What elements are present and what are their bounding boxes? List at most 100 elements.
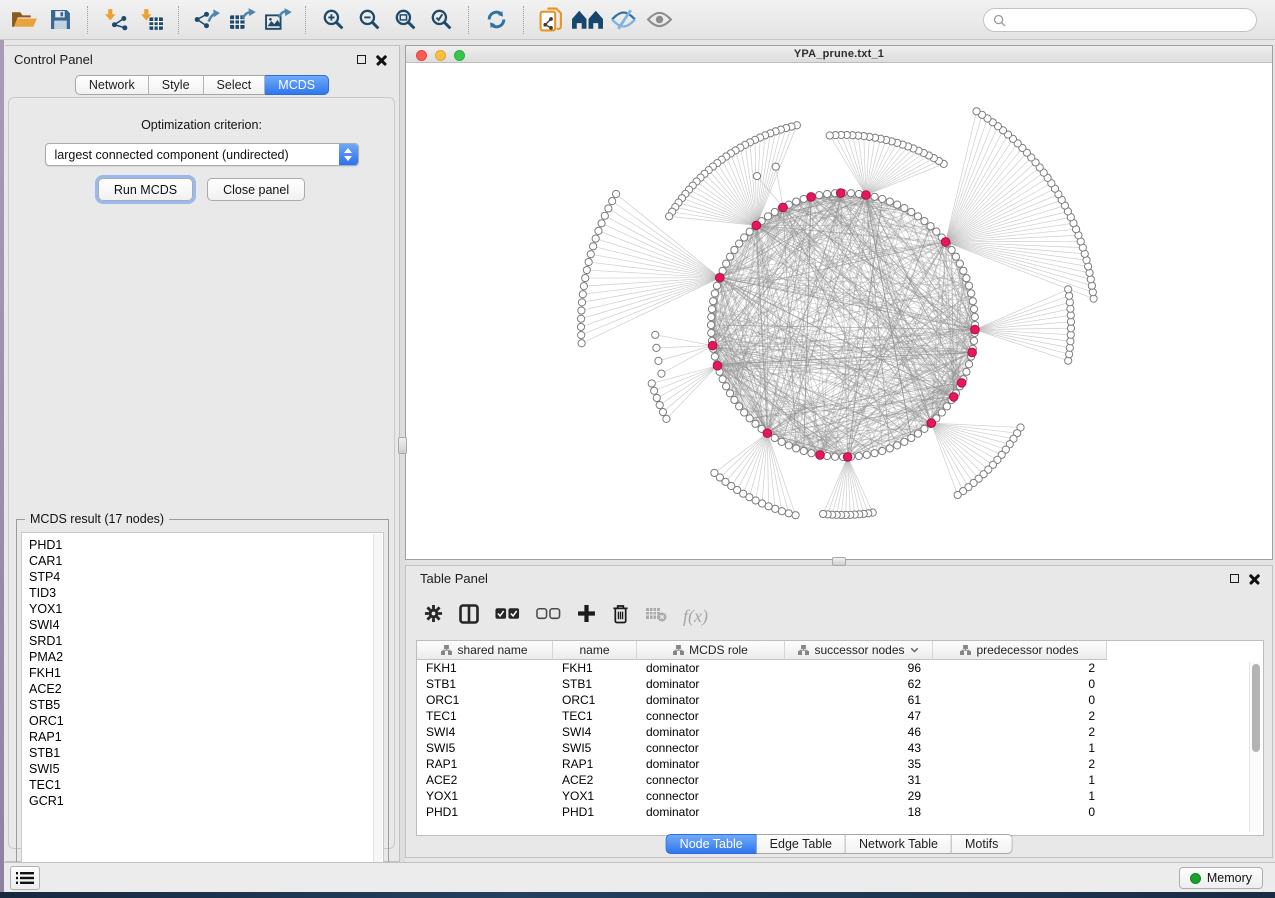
mcds-result-item[interactable]: GCR1 [29, 793, 383, 809]
tab-edge-table[interactable]: Edge Table [757, 834, 846, 854]
table-cell: 2 [933, 756, 1107, 772]
mcds-result-item[interactable]: YOX1 [29, 601, 383, 617]
maximize-window-icon[interactable] [454, 50, 465, 61]
mcds-result-item[interactable]: STP4 [29, 569, 383, 585]
zoom-in-button[interactable] [315, 4, 351, 36]
mcds-result-list[interactable]: PHD1CAR1STP4TID3YOX1SWI4SRD1PMA2FKH1ACE2… [21, 532, 384, 886]
tab-mcds[interactable]: MCDS [265, 75, 329, 95]
optimization-criterion-dropdown[interactable]: largest connected component (undirected) [45, 143, 359, 166]
table-row[interactable]: RAP1RAP1dominator352 [417, 756, 1263, 772]
delete-table-button[interactable] [645, 606, 667, 627]
table-row[interactable]: YOX1YOX1connector291 [417, 788, 1263, 804]
function-builder-button[interactable]: f(x) [683, 606, 708, 627]
add-column-button[interactable] [577, 604, 596, 628]
zoom-fit-button[interactable] [387, 4, 423, 36]
mcds-list-scrollbar[interactable] [373, 534, 382, 884]
tab-style[interactable]: Style [149, 75, 204, 95]
columns-icon [459, 604, 479, 624]
hide-selected-button[interactable] [605, 4, 641, 36]
table-cell: FKH1 [553, 660, 637, 676]
tab-node-table[interactable]: Node Table [666, 834, 757, 854]
table-row[interactable]: FKH1FKH1dominator962 [417, 660, 1263, 676]
table-cell: 1 [933, 740, 1107, 756]
table-row[interactable]: ORC1ORC1dominator610 [417, 692, 1263, 708]
delete-column-button[interactable] [612, 604, 629, 629]
column-header-predecessor-nodes[interactable]: predecessor nodes [933, 641, 1107, 660]
mcds-result-item[interactable]: TID3 [29, 585, 383, 601]
zoom-out-button[interactable] [351, 4, 387, 36]
control-panel-header: Control Panel [5, 46, 399, 72]
refresh-layout-icon [485, 8, 508, 31]
table-cell: TEC1 [553, 708, 637, 724]
mcds-result-item[interactable]: ORC1 [29, 713, 383, 729]
table-row[interactable]: PHD1PHD1dominator180 [417, 804, 1263, 820]
save-session-button[interactable] [42, 4, 78, 36]
minimize-window-icon[interactable] [435, 50, 446, 61]
mcds-result-item[interactable]: FKH1 [29, 665, 383, 681]
mcds-result-item[interactable]: STB5 [29, 697, 383, 713]
new-network-from-selection-button[interactable] [533, 4, 569, 36]
network-canvas[interactable] [406, 63, 1272, 560]
mcds-result-item[interactable]: SWI4 [29, 617, 383, 633]
mcds-result-item[interactable]: PMA2 [29, 649, 383, 665]
export-network-button[interactable] [188, 4, 224, 36]
mcds-result-item[interactable]: CAR1 [29, 553, 383, 569]
column-header-shared-name[interactable]: shared name [417, 641, 553, 660]
settings-gear-button[interactable] [424, 604, 443, 628]
run-mcds-button[interactable]: Run MCDS [98, 178, 193, 201]
float-panel-icon[interactable] [1230, 574, 1239, 583]
binoculars-icon [571, 9, 604, 30]
import-network-button[interactable] [97, 4, 133, 36]
close-panel-icon[interactable] [376, 54, 387, 65]
desktop-wallpaper-strip [0, 892, 1275, 898]
mcds-result-item[interactable]: RAP1 [29, 729, 383, 745]
table-row[interactable]: STB1STB1dominator620 [417, 676, 1263, 692]
export-image-button[interactable] [260, 4, 296, 36]
float-panel-icon[interactable] [357, 55, 366, 64]
show-columns-button[interactable] [459, 604, 479, 629]
search-input[interactable] [1011, 13, 1256, 27]
table-row[interactable]: ACE2ACE2connector311 [417, 772, 1263, 788]
column-header-successor-nodes[interactable]: successor nodes [785, 641, 933, 660]
close-window-icon[interactable] [416, 50, 427, 61]
table-cell: ACE2 [417, 772, 553, 788]
open-file-button[interactable] [6, 4, 42, 36]
dropdown-stepper-icon [339, 144, 358, 165]
search-box[interactable] [983, 8, 1257, 32]
tab-motifs[interactable]: Motifs [952, 834, 1012, 854]
task-history-button[interactable] [10, 866, 40, 890]
memory-button[interactable]: Memory [1179, 867, 1263, 889]
table-scrollbar[interactable] [1249, 662, 1260, 832]
table-cell: ORC1 [553, 692, 637, 708]
tab-network-table[interactable]: Network Table [846, 834, 952, 854]
zoom-in-icon [322, 8, 345, 31]
table-row[interactable]: TEC1TEC1connector472 [417, 708, 1263, 724]
horizontal-splitter-handle[interactable] [832, 557, 846, 566]
mcds-result-item[interactable]: ACE2 [29, 681, 383, 697]
show-all-button[interactable] [641, 4, 677, 36]
column-header-MCDS-role[interactable]: MCDS role [637, 641, 785, 660]
mcds-result-item[interactable]: STB1 [29, 745, 383, 761]
mcds-result-item[interactable]: SWI5 [29, 761, 383, 777]
select-all-button[interactable] [495, 607, 520, 626]
vertical-splitter-handle[interactable] [398, 437, 407, 454]
network-window-titlebar[interactable]: YPA_prune.txt_1 [406, 46, 1272, 63]
deselect-all-button[interactable] [536, 607, 561, 626]
column-header-name[interactable]: name [553, 641, 637, 660]
import-table-button[interactable] [133, 4, 169, 36]
apply-layout-button[interactable] [478, 4, 514, 36]
tab-select[interactable]: Select [204, 75, 266, 95]
close-panel-icon[interactable] [1249, 573, 1260, 584]
mcds-result-item[interactable]: SRD1 [29, 633, 383, 649]
main-toolbar [0, 0, 1275, 40]
find-button[interactable] [569, 4, 605, 36]
zoom-selected-button[interactable] [423, 4, 459, 36]
close-panel-button[interactable]: Close panel [207, 178, 305, 201]
table-row[interactable]: SWI5SWI5connector431 [417, 740, 1263, 756]
mcds-result-item[interactable]: TEC1 [29, 777, 383, 793]
tab-network[interactable]: Network [75, 75, 149, 95]
export-table-button[interactable] [224, 4, 260, 36]
table-scrollbar-thumb[interactable] [1252, 664, 1260, 752]
table-row[interactable]: SWI4SWI4dominator462 [417, 724, 1263, 740]
mcds-result-item[interactable]: PHD1 [29, 537, 383, 553]
